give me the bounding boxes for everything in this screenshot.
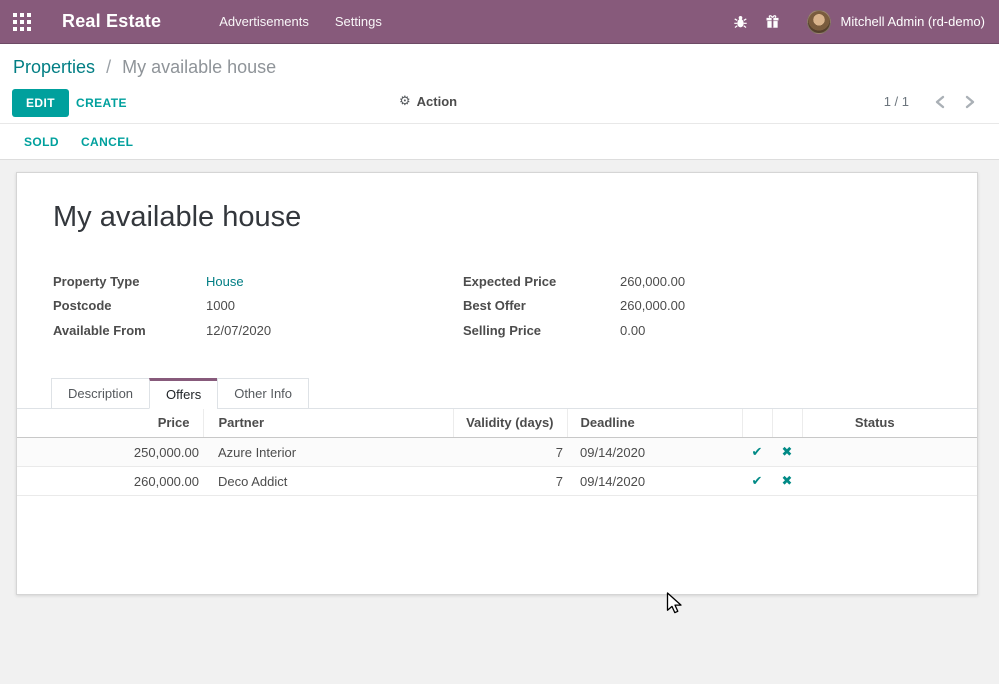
menu-settings[interactable]: Settings	[333, 10, 384, 33]
tab-description[interactable]: Description	[51, 378, 150, 409]
field-label: Expected Price	[463, 274, 620, 289]
top-navbar: Real Estate Advertisements Settings	[0, 0, 999, 44]
field-postcode: Postcode 1000	[53, 294, 463, 319]
offer-price: 260,000.00	[17, 467, 203, 496]
pager-next-icon[interactable]	[965, 95, 975, 109]
offer-validity: 7	[453, 438, 567, 467]
column-header-accept	[742, 409, 772, 438]
sold-button[interactable]: SOLD	[24, 131, 59, 153]
create-button[interactable]: CREATE	[76, 89, 127, 117]
field-group-right: Expected Price 260,000.00 Best Offer 260…	[463, 269, 941, 343]
breadcrumb-current: My available house	[122, 57, 276, 77]
gift-icon[interactable]	[765, 14, 781, 30]
user-menu[interactable]: Mitchell Admin (rd-demo)	[841, 14, 986, 29]
breadcrumb: Properties / My available house	[0, 44, 999, 82]
notebook-tabs: Description Offers Other Info	[17, 378, 977, 409]
debug-bug-icon[interactable]	[733, 14, 749, 30]
column-header-partner[interactable]: Partner	[203, 409, 453, 438]
field-value: 12/07/2020	[206, 323, 271, 338]
offers-table-header-row: Price Partner Validity (days) Deadline S…	[17, 409, 977, 438]
pager-previous-icon[interactable]	[935, 95, 945, 109]
grid-icon	[13, 13, 31, 31]
field-value: 0.00	[620, 323, 645, 338]
statusbar: SOLD CANCEL	[0, 124, 999, 160]
field-label: Postcode	[53, 298, 206, 313]
accept-offer-icon[interactable]: ✔	[752, 445, 763, 460]
accept-offer-icon[interactable]: ✔	[752, 474, 763, 489]
edit-button[interactable]: EDIT	[12, 89, 69, 117]
form-view-content: My available house Property Type House P…	[0, 160, 999, 678]
field-value: 260,000.00	[620, 274, 685, 289]
offer-row[interactable]: 250,000.00 Azure Interior 7 09/14/2020 ✔…	[17, 438, 977, 467]
field-selling-price: Selling Price 0.00	[463, 318, 941, 343]
refuse-offer-icon[interactable]: ✖	[782, 445, 793, 460]
offer-deadline: 09/14/2020	[567, 438, 742, 467]
column-header-refuse	[772, 409, 802, 438]
control-panel: Properties / My available house EDIT CRE…	[0, 44, 999, 160]
app-brand-title[interactable]: Real Estate	[62, 11, 161, 32]
offer-row[interactable]: 260,000.00 Deco Addict 7 09/14/2020 ✔ ✖	[17, 467, 977, 496]
navbar-right: Mitchell Admin (rd-demo)	[733, 10, 986, 34]
action-menu-label: Action	[417, 94, 457, 109]
offer-status	[802, 467, 977, 496]
field-expected-price: Expected Price 260,000.00	[463, 269, 941, 294]
field-available-from: Available From 12/07/2020	[53, 318, 463, 343]
offer-price: 250,000.00	[17, 438, 203, 467]
apps-menu-icon[interactable]	[12, 12, 32, 32]
field-value: 1000	[206, 298, 235, 313]
field-group-left: Property Type House Postcode 1000 Availa…	[53, 269, 463, 343]
pager-value: 1 / 1	[884, 94, 909, 109]
property-type-link[interactable]: House	[206, 274, 244, 289]
field-grid: Property Type House Postcode 1000 Availa…	[17, 269, 977, 343]
tab-other-info[interactable]: Other Info	[217, 378, 309, 409]
breadcrumb-properties-link[interactable]: Properties	[13, 57, 95, 77]
offer-deadline: 09/14/2020	[567, 467, 742, 496]
field-label: Best Offer	[463, 298, 620, 313]
tab-offers[interactable]: Offers	[149, 378, 218, 409]
navbar-menus: Advertisements Settings	[217, 10, 384, 33]
menu-advertisements[interactable]: Advertisements	[217, 10, 311, 33]
pager: 1 / 1	[884, 94, 975, 109]
form-sheet: My available house Property Type House P…	[16, 172, 978, 595]
column-header-deadline[interactable]: Deadline	[567, 409, 742, 438]
field-property-type: Property Type House	[53, 269, 463, 294]
offer-status	[802, 438, 977, 467]
field-best-offer: Best Offer 260,000.00	[463, 294, 941, 319]
field-label: Property Type	[53, 274, 206, 289]
field-value: 260,000.00	[620, 298, 685, 313]
column-header-status[interactable]: Status	[802, 409, 977, 438]
breadcrumb-separator: /	[106, 57, 111, 77]
control-buttons-row: EDIT CREATE ⚙ Action 1 / 1	[0, 82, 999, 124]
offer-partner: Azure Interior	[203, 438, 453, 467]
cancel-button[interactable]: CANCEL	[81, 131, 133, 153]
offer-partner: Deco Addict	[203, 467, 453, 496]
action-menu-button[interactable]: ⚙ Action	[399, 94, 457, 109]
offer-validity: 7	[453, 467, 567, 496]
field-label: Available From	[53, 323, 206, 338]
user-avatar[interactable]	[807, 10, 831, 34]
field-label: Selling Price	[463, 323, 620, 338]
column-header-validity[interactable]: Validity (days)	[453, 409, 567, 438]
refuse-offer-icon[interactable]: ✖	[782, 474, 793, 489]
property-title: My available house	[53, 197, 941, 237]
gear-icon: ⚙	[399, 94, 411, 109]
column-header-price[interactable]: Price	[17, 409, 203, 438]
offers-table: Price Partner Validity (days) Deadline S…	[17, 409, 977, 497]
